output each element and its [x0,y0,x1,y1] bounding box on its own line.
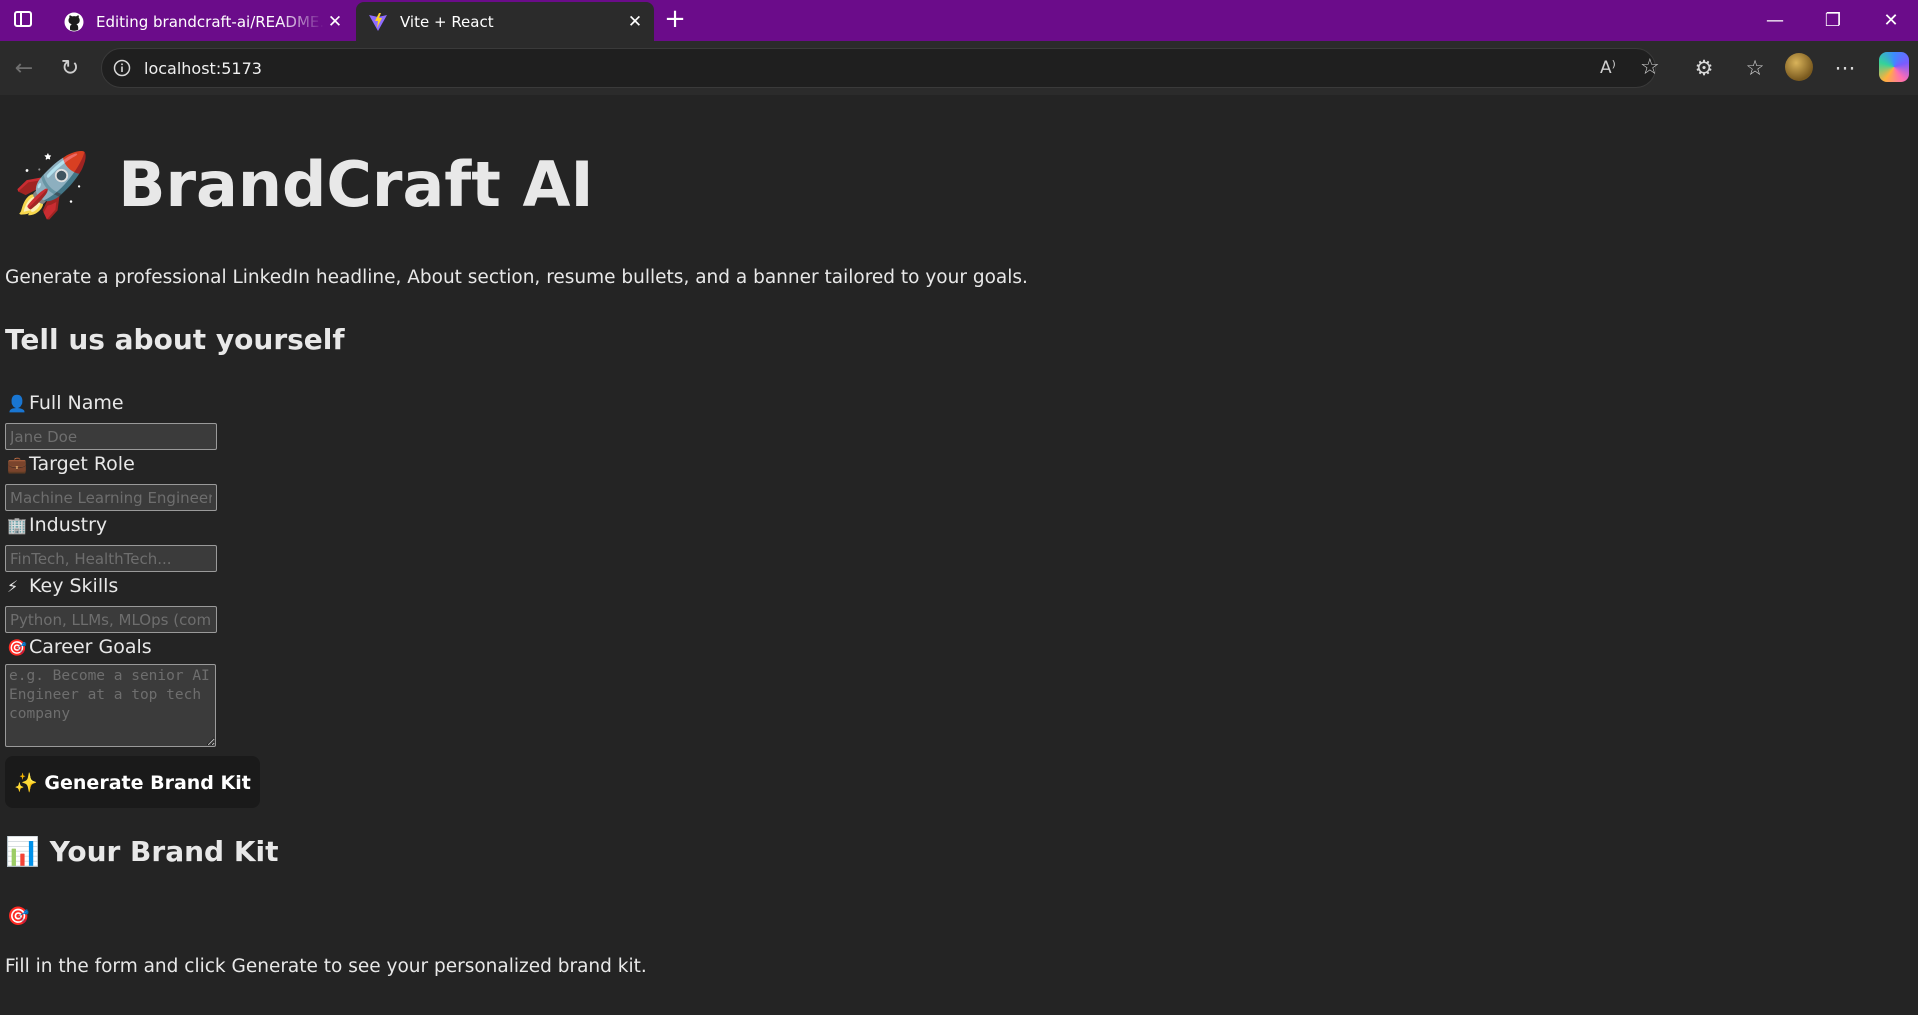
reload-icon[interactable]: ↻ [56,55,84,83]
app-title-text: BrandCraft AI [118,148,594,221]
tab-github-readme[interactable]: Editing brandcraft-ai/README.md ✕ [52,2,354,41]
copilot-icon[interactable] [1879,52,1909,82]
back-arrow-icon[interactable]: ← [10,55,38,83]
read-aloud-icon[interactable]: A⁾ [1600,58,1616,78]
close-window-icon[interactable]: ✕ [1877,8,1905,34]
industry-input[interactable] [5,545,217,572]
career-goals-label: 🎯 Career Goals [7,636,152,658]
add-favorite-icon[interactable]: ☆ [1640,55,1660,80]
extensions-icon[interactable]: ⚙ [1690,54,1718,82]
minimize-icon[interactable]: — [1761,8,1789,34]
tab-title: Editing brandcraft-ai/README.md [96,12,324,31]
generate-brand-kit-button[interactable]: ✨ Generate Brand Kit [5,756,260,808]
label-text: Industry [29,514,108,536]
person-icon: 👤 [7,394,27,413]
address-bar[interactable]: localhost:5173 A⁾ ☆ [101,48,1660,88]
target-role-label: 💼 Target Role [7,453,135,475]
brand-kit-heading: 📊 Your Brand Kit [5,835,279,868]
github-icon [64,12,84,32]
target-icon: 🎯 [7,638,27,657]
building-icon: 🏢 [7,516,27,535]
url-text: localhost:5173 [144,59,262,78]
browser-toolbar: ← ↻ localhost:5173 A⁾ ☆ ⚙ ☆ ⋯ [0,41,1918,95]
label-text: Key Skills [29,575,119,597]
bar-chart-icon: 📊 [5,835,40,868]
lightning-icon: ⚡ [7,577,19,596]
tagline: Generate a professional LinkedIn headlin… [5,267,1028,288]
target-icon: 🎯 [7,906,30,927]
brand-kit-empty-message: Fill in the form and click Generate to s… [5,956,647,977]
tab-close-icon[interactable]: ✕ [624,12,646,32]
rocket-icon: 🚀 [13,148,91,221]
label-text: Career Goals [29,636,152,658]
brand-kit-heading-text: Your Brand Kit [49,835,279,868]
site-info-icon[interactable] [113,59,131,77]
label-text: Target Role [29,453,135,475]
new-tab-button[interactable]: + [664,6,686,34]
tab-vite-react[interactable]: Vite + React ✕ [356,2,654,41]
profile-avatar[interactable] [1785,53,1813,81]
sidebar-toggle-icon[interactable] [14,11,32,27]
browser-tab-strip: Editing brandcraft-ai/README.md ✕ Vite +… [0,0,1918,41]
key-skills-input[interactable] [5,606,217,633]
full-name-input[interactable] [5,423,217,450]
industry-label: 🏢 Industry [7,514,107,536]
favorites-icon[interactable]: ☆ [1741,54,1769,82]
full-name-label: 👤 Full Name [7,392,124,414]
key-skills-label: ⚡ Key Skills [7,575,118,597]
page-title: 🚀 BrandCraft AI [13,148,594,222]
vite-icon [368,12,388,32]
form-heading: Tell us about yourself [5,323,345,356]
more-icon[interactable]: ⋯ [1831,54,1859,82]
tab-title: Vite + React [400,12,494,31]
restore-icon[interactable]: ❐ [1819,8,1847,34]
app-page: 🚀 BrandCraft AI Generate a professional L… [5,95,1918,1015]
target-role-input[interactable] [5,484,217,511]
career-goals-textarea[interactable] [5,664,216,747]
tab-close-icon[interactable]: ✕ [324,12,346,32]
briefcase-icon: 💼 [7,455,27,474]
label-text: Full Name [29,392,124,414]
